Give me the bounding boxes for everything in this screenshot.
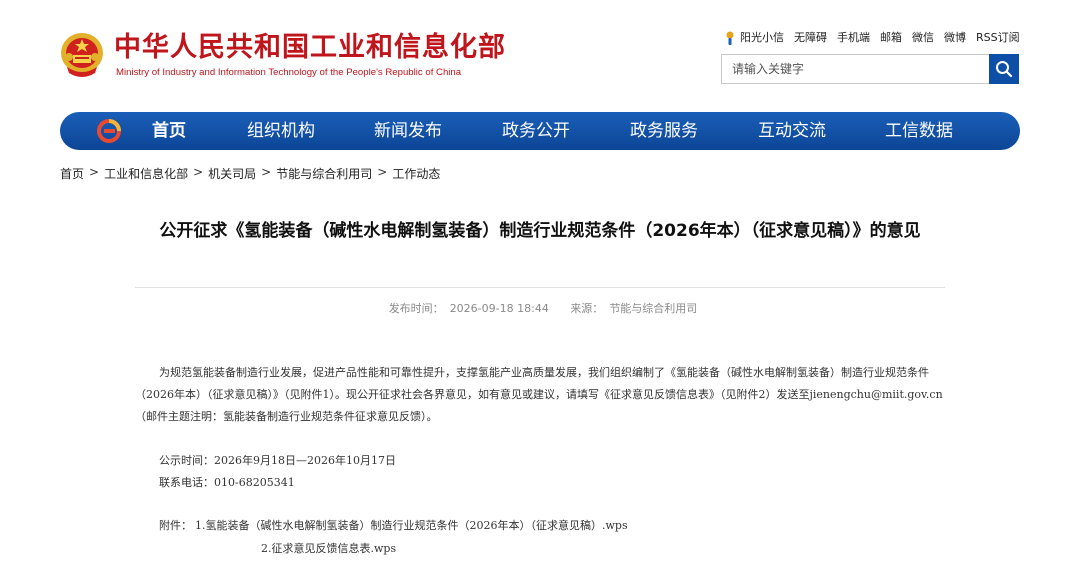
attachment-link-1[interactable]: 1.氢能装备（碱性水电解制氢装备）制造行业规范条件（2026年本）（征求意见稿）… <box>195 517 628 533</box>
nav-item-interaction[interactable]: 互动交流 <box>758 112 826 150</box>
breadcrumb-departments[interactable]: 机关司局 <box>208 165 256 182</box>
publish-time: 2026-09-18 18:44 <box>449 302 549 315</box>
breadcrumb-separator: > <box>377 165 388 179</box>
source-label: 来源： <box>570 302 604 315</box>
site-title-english: Ministry of Industry and Information Tec… <box>116 67 462 78</box>
nav-item-home[interactable]: 首页 <box>152 112 186 150</box>
top-link-mobile[interactable]: 手机端 <box>837 29 870 45</box>
top-link-wechat[interactable]: 微信 <box>912 29 934 45</box>
miit-logo-icon <box>96 118 122 144</box>
attachment-label: 附件： <box>159 519 192 532</box>
search-button[interactable] <box>989 54 1019 84</box>
search-input[interactable] <box>722 55 989 83</box>
breadcrumb-miit[interactable]: 工业和信息化部 <box>104 165 188 182</box>
breadcrumb-separator: > <box>261 165 272 179</box>
top-link-mail[interactable]: 邮箱 <box>880 29 902 45</box>
breadcrumb-energy-dept[interactable]: 节能与综合利用司 <box>276 165 372 182</box>
search-icon <box>996 61 1013 78</box>
article-title: 公开征求《氢能装备（碱性水电解制氢装备）制造行业规范条件（2026年本）（征求意… <box>159 221 921 241</box>
top-link-sunshine[interactable]: 阳光小信 <box>740 29 784 45</box>
nav-item-news[interactable]: 新闻发布 <box>374 112 442 150</box>
nav-item-gov-services[interactable]: 政务服务 <box>630 112 698 150</box>
breadcrumb-separator: > <box>89 165 100 179</box>
search-box <box>721 54 989 84</box>
nav-item-gov-affairs[interactable]: 政务公开 <box>502 112 570 150</box>
sunshine-icon <box>724 30 736 45</box>
nav-item-data[interactable]: 工信数据 <box>885 112 953 150</box>
title-divider <box>135 287 945 288</box>
breadcrumb-home[interactable]: 首页 <box>60 165 84 182</box>
breadcrumb-separator: > <box>193 165 204 179</box>
notice-period: 公示时间：2026年9月18日—2026年10月17日 <box>159 454 396 467</box>
site-title: 中华人民共和国工业和信息化部 <box>114 32 506 63</box>
national-emblem-icon <box>59 31 105 79</box>
top-link-accessibility[interactable]: 无障碍 <box>794 29 827 45</box>
publish-label: 发布时间： <box>388 302 444 315</box>
attachment-link-2[interactable]: 2.征求意见反馈信息表.wps <box>261 540 396 556</box>
breadcrumb: 首页 > 工业和信息化部 > 机关司局 > 节能与综合利用司 > 工作动态 <box>60 165 440 182</box>
top-link-rss[interactable]: RSS订阅 <box>976 29 1020 45</box>
nav-item-organization[interactable]: 组织机构 <box>247 112 315 150</box>
top-links: 阳光小信 无障碍 手机端 邮箱 微信 微博 RSS订阅 <box>724 28 1020 46</box>
main-nav: 首页 组织机构 新闻发布 政务公开 政务服务 互动交流 工信数据 <box>60 112 1020 150</box>
top-link-weibo[interactable]: 微博 <box>944 29 966 45</box>
article-meta: 发布时间： 2026-09-18 18:44 来源： 节能与综合利用司 <box>135 300 945 316</box>
source-name: 节能与综合利用司 <box>609 302 698 315</box>
breadcrumb-work-news[interactable]: 工作动态 <box>392 165 440 182</box>
article-body: 为规范氢能装备制造行业发展，促进产品性能和可靠性提升，支撑氢能产业高质量发展，我… <box>135 366 943 423</box>
contact-phone: 联系电话：010-68205341 <box>159 476 295 489</box>
